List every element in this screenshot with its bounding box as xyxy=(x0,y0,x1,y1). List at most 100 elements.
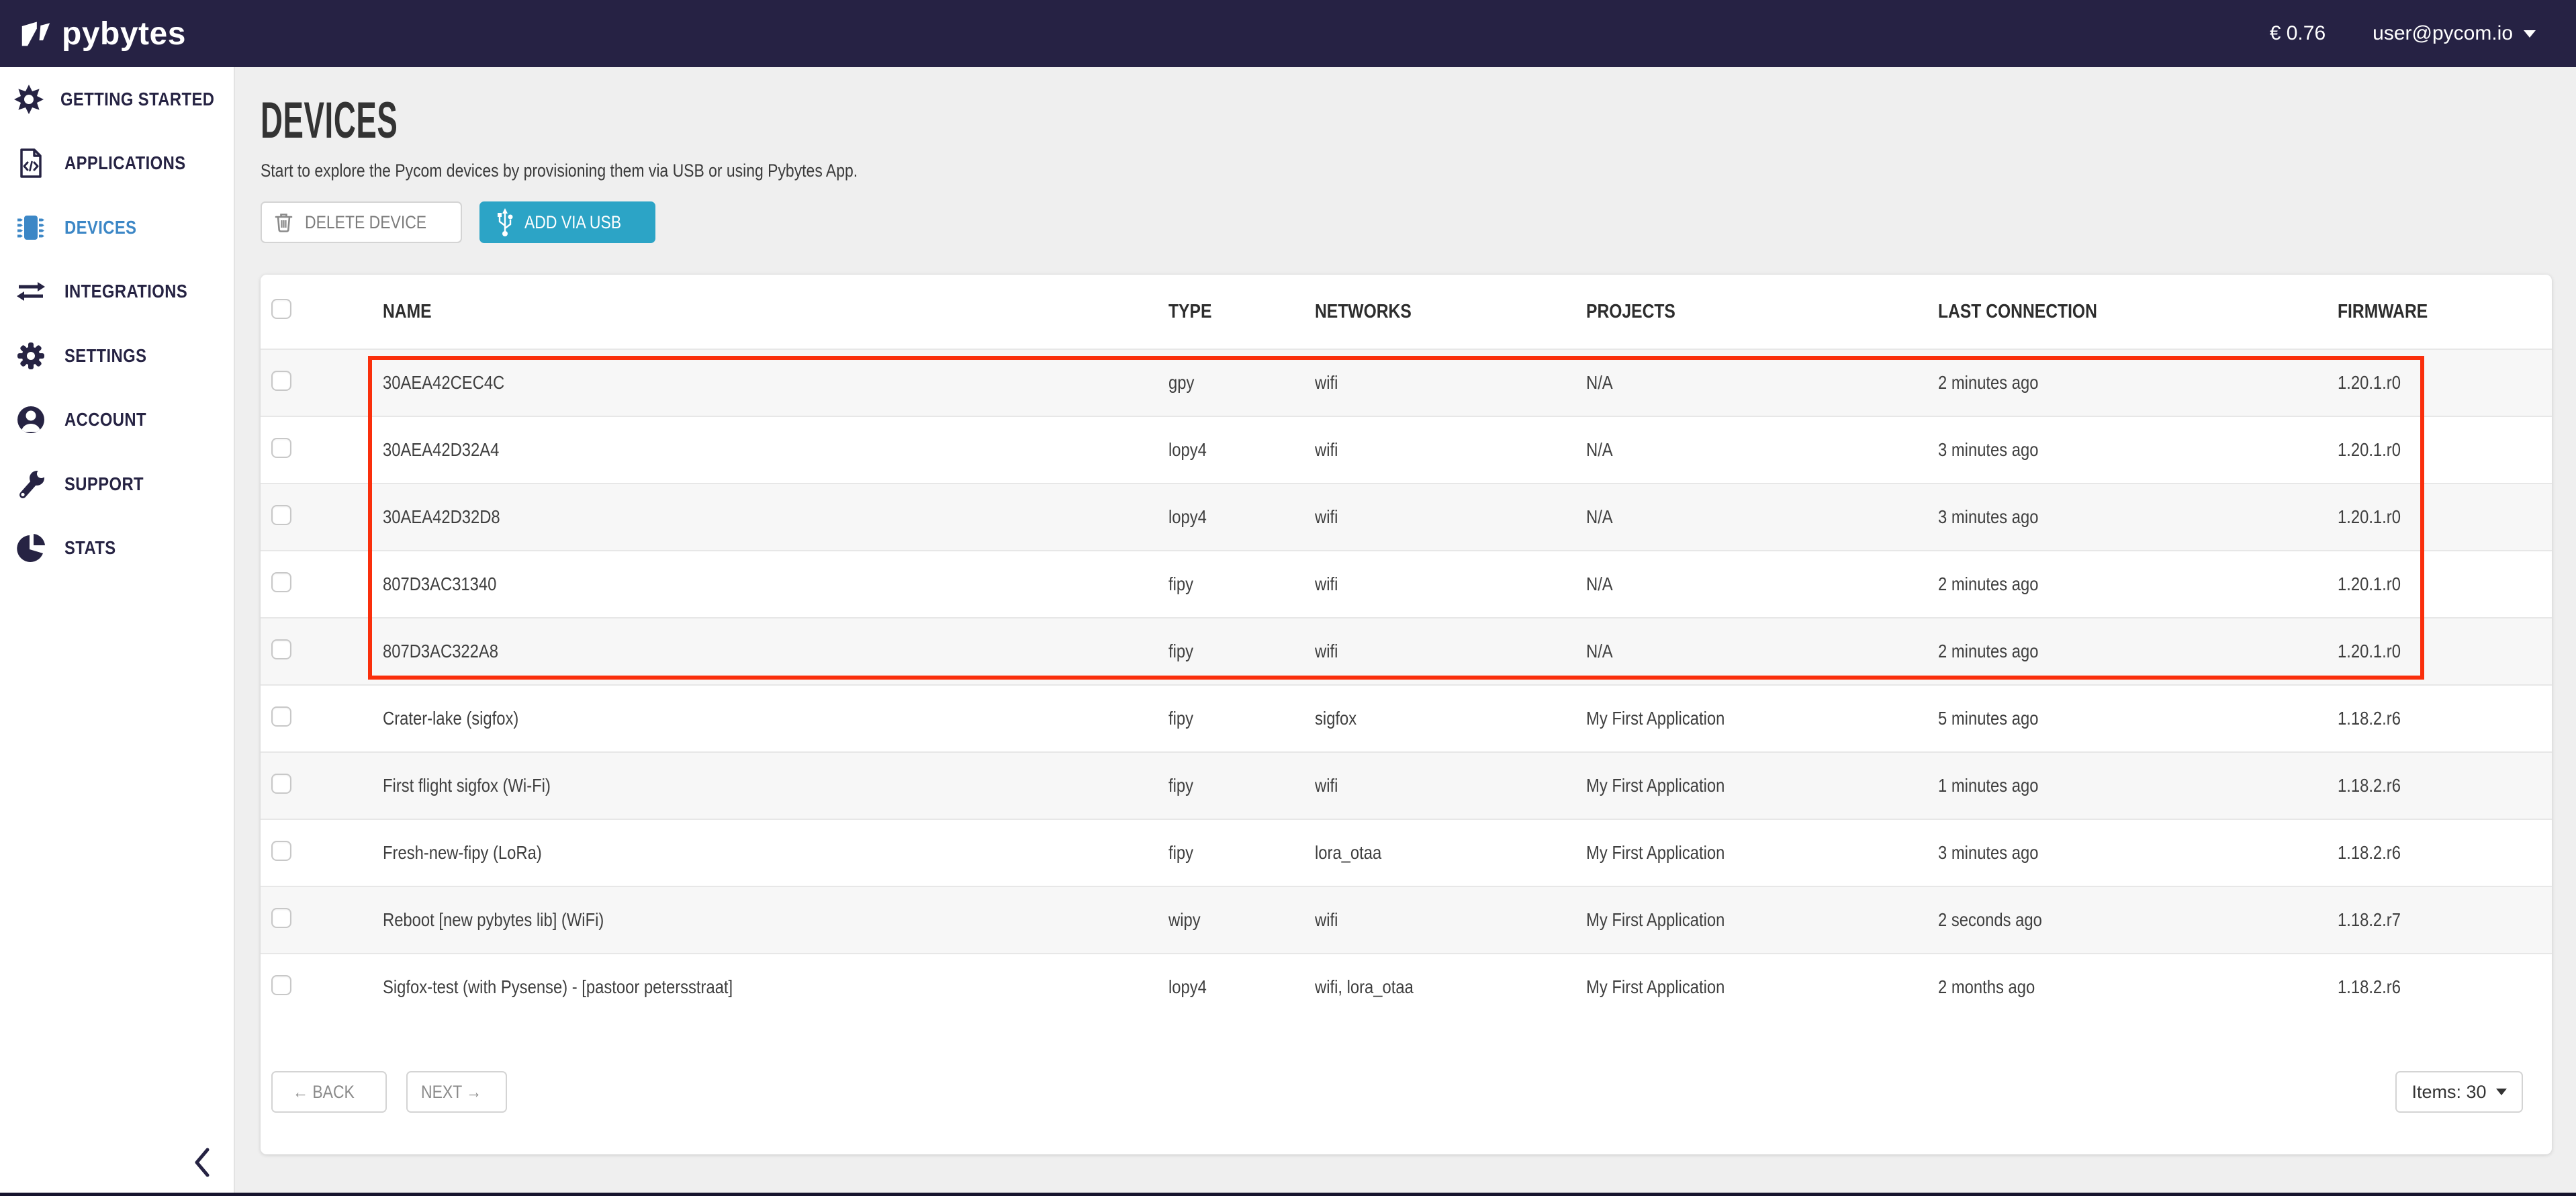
table-row[interactable]: 30AEA42D32D8 lopy4 wifi N/A 3 minutes ag… xyxy=(261,483,2552,550)
sidebar-item-account[interactable]: ACCOUNT xyxy=(0,388,234,453)
column-header-name[interactable]: NAME xyxy=(383,301,1168,323)
row-checkbox[interactable] xyxy=(271,505,291,525)
cell-type: lopy4 xyxy=(1168,439,1315,461)
items-per-page-label: Items: 30 xyxy=(2411,1082,2486,1103)
row-checkbox[interactable] xyxy=(271,774,291,794)
sidebar-item-integrations[interactable]: INTEGRATIONS xyxy=(0,260,234,324)
cell-projects: My First Application xyxy=(1586,775,1938,796)
table-row[interactable]: Fresh-new-fipy (LoRa) fipy lora_otaa My … xyxy=(261,819,2552,886)
table-row[interactable]: 807D3AC322A8 fipy wifi N/A 2 minutes ago… xyxy=(261,617,2552,684)
add-via-usb-button[interactable]: ADD VIA USB xyxy=(479,201,655,243)
sidebar-item-label: INTEGRATIONS xyxy=(64,281,187,302)
pie-chart-icon xyxy=(13,533,48,563)
app-root: pybytes € 0.76 user@pycom.io GETTING STA… xyxy=(0,0,2576,1196)
cell-networks: wifi xyxy=(1315,439,1586,461)
next-button[interactable]: NEXT → xyxy=(406,1071,507,1113)
user-menu[interactable]: user@pycom.io xyxy=(2373,22,2536,45)
row-checkbox[interactable] xyxy=(271,975,291,995)
cell-type: lopy4 xyxy=(1168,506,1315,528)
cell-type: fipy xyxy=(1168,641,1315,662)
sidebar-item-label: APPLICATIONS xyxy=(64,152,186,174)
cell-networks: sigfox xyxy=(1315,708,1586,729)
cell-last-connection: 2 months ago xyxy=(1938,976,2313,998)
cell-networks: wifi xyxy=(1315,372,1586,394)
sidebar-item-devices[interactable]: DEVICES xyxy=(0,195,234,260)
column-header-last-connection[interactable]: LAST CONNECTION xyxy=(1938,301,2313,323)
delete-device-button[interactable]: DELETE DEVICE xyxy=(261,201,462,243)
sidebar-item-stats[interactable]: STATS xyxy=(0,516,234,581)
sidebar-item-settings[interactable]: SETTINGS xyxy=(0,324,234,388)
column-header-networks[interactable]: NETWORKS xyxy=(1315,301,1586,323)
column-header-type[interactable]: TYPE xyxy=(1168,301,1315,323)
cell-name: Fresh-new-fipy (LoRa) xyxy=(383,842,1168,864)
sidebar-item-applications[interactable]: APPLICATIONS xyxy=(0,132,234,196)
row-checkbox-cell xyxy=(261,706,383,731)
cell-name: Crater-lake (sigfox) xyxy=(383,708,1168,729)
row-checkbox[interactable] xyxy=(271,438,291,458)
row-checkbox[interactable] xyxy=(271,706,291,727)
table-row[interactable]: 30AEA42D32A4 lopy4 wifi N/A 3 minutes ag… xyxy=(261,416,2552,483)
cell-name: 807D3AC322A8 xyxy=(383,641,1168,662)
table-row[interactable]: First flight sigfox (Wi-Fi) fipy wifi My… xyxy=(261,751,2552,819)
row-checkbox-cell xyxy=(261,841,383,866)
add-via-usb-label: ADD VIA USB xyxy=(524,212,621,233)
cell-firmware: 1.18.2.r7 xyxy=(2313,909,2552,931)
cell-networks: wifi, lora_otaa xyxy=(1315,976,1586,998)
cell-last-connection: 5 minutes ago xyxy=(1938,708,2313,729)
cell-projects: N/A xyxy=(1586,573,1938,595)
pybytes-logo[interactable]: pybytes xyxy=(20,15,186,52)
cell-last-connection: 1 minutes ago xyxy=(1938,775,2313,796)
table-row[interactable]: Reboot [new pybytes lib] (WiFi) wipy wif… xyxy=(261,886,2552,953)
cell-last-connection: 2 minutes ago xyxy=(1938,372,2313,394)
row-checkbox[interactable] xyxy=(271,371,291,391)
cell-type: gpy xyxy=(1168,372,1315,394)
table-row[interactable]: Crater-lake (sigfox) fipy sigfox My Firs… xyxy=(261,684,2552,751)
cell-name: Reboot [new pybytes lib] (WiFi) xyxy=(383,909,1168,931)
row-checkbox[interactable] xyxy=(271,572,291,592)
row-checkbox[interactable] xyxy=(271,639,291,659)
row-checkbox[interactable] xyxy=(271,841,291,861)
sun-icon xyxy=(13,84,44,115)
column-header-projects[interactable]: PROJECTS xyxy=(1586,301,1938,323)
sidebar-item-label: SETTINGS xyxy=(64,345,146,367)
cell-last-connection: 3 minutes ago xyxy=(1938,506,2313,528)
row-checkbox-cell xyxy=(261,774,383,798)
table-row[interactable]: 30AEA42CEC4C gpy wifi N/A 2 minutes ago … xyxy=(261,349,2552,416)
cell-projects: N/A xyxy=(1586,372,1938,394)
items-per-page-dropdown[interactable]: Items: 30 xyxy=(2395,1071,2523,1113)
row-checkbox-cell xyxy=(261,438,383,463)
table-row[interactable]: 807D3AC31340 fipy wifi N/A 2 minutes ago… xyxy=(261,550,2552,617)
chip-icon xyxy=(13,212,48,243)
cell-projects: N/A xyxy=(1586,641,1938,662)
select-all-checkbox[interactable] xyxy=(271,299,291,319)
cell-type: fipy xyxy=(1168,708,1315,729)
page-subtitle: Start to explore the Pycom devices by pr… xyxy=(261,160,858,181)
back-button[interactable]: ← BACK xyxy=(271,1071,387,1113)
cell-projects: My First Application xyxy=(1586,976,1938,998)
trash-icon xyxy=(275,212,293,233)
cell-name: 30AEA42CEC4C xyxy=(383,372,1168,394)
sidebar-item-support[interactable]: SUPPORT xyxy=(0,452,234,516)
arrows-exchange-icon xyxy=(13,276,48,307)
cell-type: fipy xyxy=(1168,842,1315,864)
cell-networks: wifi xyxy=(1315,775,1586,796)
cell-projects: N/A xyxy=(1586,506,1938,528)
cell-name: 30AEA42D32A4 xyxy=(383,439,1168,461)
table-row[interactable]: Sigfox-test (with Pysense) - [pastoor pe… xyxy=(261,953,2552,1020)
chevron-down-icon xyxy=(2524,30,2536,38)
sidebar: GETTING STARTED APPLICATIONS xyxy=(0,67,235,1196)
account-balance[interactable]: € 0.76 xyxy=(2270,22,2326,45)
devices-table-card: NAME TYPE NETWORKS PROJECTS LAST CONNECT… xyxy=(261,275,2552,1154)
cell-projects: My First Application xyxy=(1586,708,1938,729)
cell-networks: lora_otaa xyxy=(1315,842,1586,864)
sidebar-item-getting-started[interactable]: GETTING STARTED xyxy=(0,67,234,132)
cell-networks: wifi xyxy=(1315,909,1586,931)
column-header-firmware[interactable]: FIRMWARE xyxy=(2313,301,2552,323)
cell-networks: wifi xyxy=(1315,573,1586,595)
row-checkbox[interactable] xyxy=(271,908,291,928)
sidebar-collapse-button[interactable] xyxy=(192,1146,212,1179)
cell-name: First flight sigfox (Wi-Fi) xyxy=(383,775,1168,796)
cell-firmware: 1.20.1.r0 xyxy=(2313,506,2552,528)
table-header-row: NAME TYPE NETWORKS PROJECTS LAST CONNECT… xyxy=(261,275,2552,349)
cell-last-connection: 2 seconds ago xyxy=(1938,909,2313,931)
